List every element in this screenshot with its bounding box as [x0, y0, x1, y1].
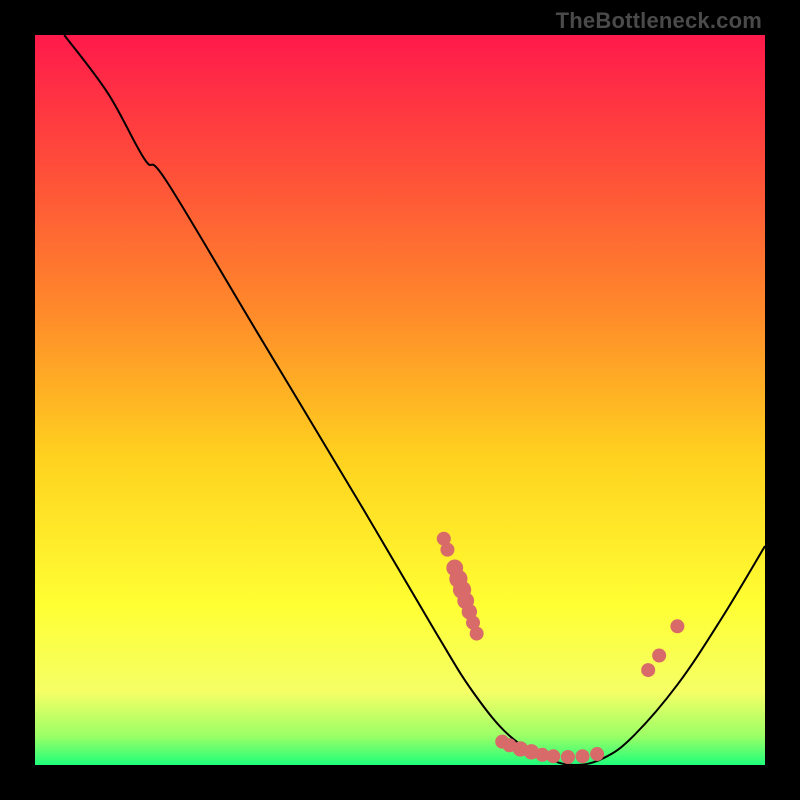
- data-dot: [652, 649, 666, 663]
- data-dot: [641, 663, 655, 677]
- data-dot: [440, 543, 454, 557]
- data-dot: [470, 627, 484, 641]
- plot-area: [35, 35, 765, 765]
- data-dot: [576, 749, 590, 763]
- data-dot: [590, 747, 604, 761]
- data-dot: [670, 619, 684, 633]
- data-dot: [561, 750, 575, 764]
- watermark-text: TheBottleneck.com: [556, 8, 762, 34]
- chart-frame: TheBottleneck.com: [0, 0, 800, 800]
- chart-svg: [35, 35, 765, 765]
- data-dot: [546, 749, 560, 763]
